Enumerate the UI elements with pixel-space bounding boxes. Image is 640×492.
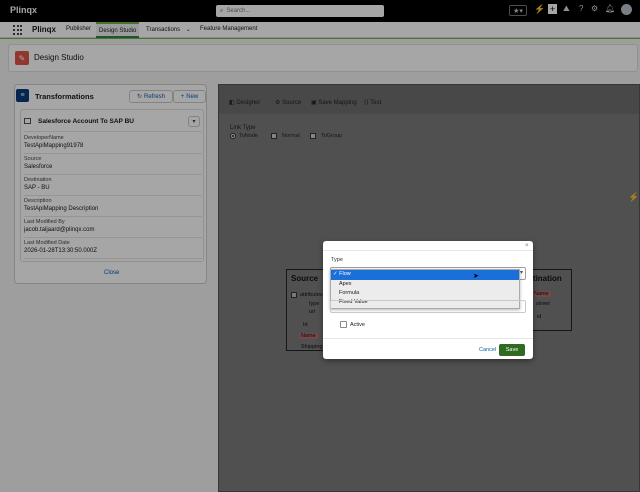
save-button[interactable]: Save <box>499 344 525 356</box>
check-icon: ✓ <box>333 271 338 277</box>
modal-backdrop <box>0 0 640 492</box>
link-type-modal: × Type ▾ ✓ Flow Apex Formula Fixed Value… <box>323 241 533 359</box>
option-label: Flow <box>339 271 351 277</box>
active-checkbox[interactable]: Active <box>340 321 365 328</box>
divider <box>323 250 533 251</box>
option-apex[interactable]: Apex <box>331 280 519 289</box>
close-icon[interactable]: × <box>525 243 529 249</box>
cancel-button[interactable]: Cancel <box>479 347 496 353</box>
checkbox-icon[interactable] <box>340 321 347 328</box>
value-input[interactable] <box>330 300 526 313</box>
type-label: Type <box>331 257 343 263</box>
save-label: Save <box>505 347 519 353</box>
active-label: Active <box>350 321 365 328</box>
chevron-down-icon[interactable]: ▾ <box>520 269 523 276</box>
option-formula[interactable]: Formula <box>331 289 519 298</box>
option-flow[interactable]: ✓ Flow <box>331 270 519 280</box>
cursor-icon: ➤ <box>473 273 479 280</box>
divider <box>323 338 533 339</box>
